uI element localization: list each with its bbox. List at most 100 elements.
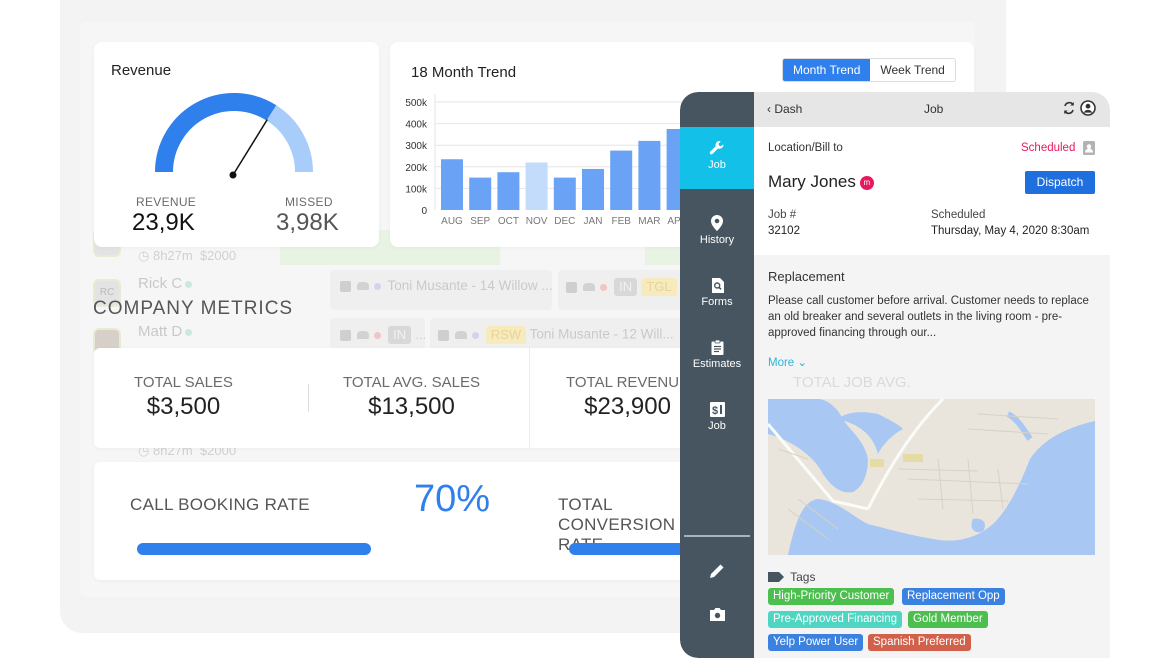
clock-icon: ◷ — [138, 248, 150, 263]
mobile-job-panel: Job History Forms Estimates $ Job ‹ Dash… — [680, 92, 1110, 658]
revenue-card: Revenue REVENUE 23,9K MISSED 3,98K — [94, 42, 379, 247]
missed-value: 3,98K — [276, 209, 339, 236]
bar-jan — [582, 168, 604, 210]
tags-header: Tags — [768, 570, 815, 584]
tag-high-priority-customer[interactable]: High-Priority Customer — [768, 588, 895, 605]
gauge-missed-arc — [266, 105, 313, 173]
bar-nov — [525, 162, 548, 210]
user-profile-icon[interactable] — [1080, 100, 1096, 116]
y-tick-label: 500k — [405, 98, 428, 109]
call-booking-progress — [137, 543, 471, 555]
wrench-icon — [709, 141, 724, 155]
chevron-left-icon: ‹ — [767, 102, 771, 116]
bar-sep — [469, 177, 492, 210]
gauge-revenue-arc — [155, 93, 277, 173]
customer-name: Mary Jones m — [768, 172, 874, 192]
people-icon — [357, 282, 369, 291]
clipboard-icon — [711, 340, 723, 355]
job-topbar: ‹ Dash Job — [754, 92, 1110, 127]
job-description: Please call customer before arrival. Cus… — [768, 295, 1089, 339]
revenue-value: 23,9K — [132, 209, 195, 236]
gauge-needle — [232, 119, 268, 176]
metric-total-revenue: TOTAL REVENUE $23,900 — [566, 374, 690, 420]
sidebar-item-history[interactable]: History — [680, 215, 754, 246]
sidebar-item-job[interactable]: Job — [680, 127, 754, 189]
bar-aug — [441, 159, 463, 210]
revenue-label: REVENUE — [136, 195, 197, 209]
call-booking-rate-label: CALL BOOKING RATE — [130, 495, 310, 514]
sidebar-item-job-invoice[interactable]: $ Job — [680, 402, 754, 432]
bar-dec — [553, 177, 576, 210]
x-tick-label: NOV — [526, 216, 548, 227]
pencil-icon — [710, 564, 724, 578]
ghost-job-chips: IN ... — [340, 326, 426, 345]
ghost-job-text: RSW Toni Musante - 12 Will... — [438, 326, 674, 344]
x-tick-label: MAR — [638, 216, 660, 227]
ghost-job-chips: IN TGL — [566, 278, 677, 297]
bar-oct — [497, 172, 520, 210]
chevron-down-icon: ⌄ — [797, 357, 808, 369]
svg-text:$: $ — [712, 405, 718, 417]
back-to-dash-button[interactable]: ‹ Dash — [767, 102, 802, 116]
map-image — [768, 399, 1095, 555]
ghost-total-job-avg: TOTAL JOB AVG. — [793, 374, 911, 391]
metric-divider — [529, 348, 530, 448]
tag-gold-member[interactable]: Gold Member — [908, 611, 988, 628]
y-tick-label: 100k — [405, 184, 428, 195]
ghost-meta: ◷ 8h27m $2000 — [138, 248, 237, 263]
sync-icon[interactable] — [1062, 100, 1076, 116]
tag-yelp-power-user[interactable]: Yelp Power User — [768, 634, 864, 651]
y-tick-label: 400k — [405, 120, 428, 131]
edit-tool-button[interactable] — [680, 563, 754, 582]
more-link[interactable]: More ⌄ — [768, 355, 807, 369]
contact-card-icon[interactable] — [1083, 141, 1095, 155]
company-metrics-title: COMPANY METRICS — [93, 298, 294, 319]
member-badge: m — [859, 175, 874, 190]
camera-tool-button[interactable] — [680, 607, 754, 625]
metric-divider — [308, 384, 309, 412]
document-search-icon — [711, 278, 724, 293]
x-tick-label: DEC — [554, 216, 575, 227]
sidebar-item-estimates[interactable]: Estimates — [680, 340, 754, 370]
people-icon — [583, 283, 595, 292]
tag-replacement-opp[interactable]: Replacement Opp — [902, 588, 1005, 605]
camera-icon — [709, 608, 725, 621]
y-tick-label: 0 — [421, 206, 427, 217]
tag-pre-approved-financing[interactable]: Pre-Approved Financing — [768, 611, 903, 628]
bar-mar — [638, 140, 661, 210]
gauge-hub — [229, 171, 237, 179]
people-icon — [455, 331, 467, 339]
conversion-progress — [569, 543, 694, 555]
invoice-dollar-icon: $ — [709, 402, 725, 417]
job-header: Location/Bill to Scheduled Mary Jones m D… — [754, 127, 1110, 255]
bar-feb — [610, 150, 633, 210]
metric-total-avg-sales: TOTAL AVG. SALES $13,500 — [343, 374, 480, 420]
tag-spanish-preferred[interactable]: Spanish Preferred — [868, 634, 971, 651]
job-number-label: Job # — [768, 209, 797, 221]
call-booking-progress-fill — [137, 543, 371, 555]
y-tick-label: 300k — [405, 141, 428, 152]
x-tick-label: FEB — [611, 216, 631, 227]
y-tick-label: 200k — [405, 163, 428, 174]
map-pin-icon — [711, 215, 723, 231]
people-icon — [357, 331, 369, 340]
sidebar-item-forms[interactable]: Forms — [680, 278, 754, 308]
checkbox-icon — [340, 280, 351, 292]
scheduled-label: Scheduled — [931, 209, 986, 221]
metrics-card: TOTAL SALES $3,500 TOTAL AVG. SALES $13,… — [94, 348, 694, 448]
ghost-tech-name: Matt D — [138, 323, 195, 340]
revenue-card-title: Revenue — [111, 62, 172, 79]
ghost-tech-name: Rick C — [138, 275, 195, 292]
booking-rate-card: CALL BOOKING RATE 70% TOTAL CONVERSION R… — [94, 462, 694, 580]
dispatch-button[interactable]: Dispatch — [1025, 171, 1095, 194]
job-detail-pane: ‹ Dash Job Location/Bill to Scheduled Ma… — [754, 92, 1110, 658]
sidebar-divider — [684, 535, 750, 537]
x-tick-label: AUG — [441, 216, 463, 227]
job-type-title: Replacement — [768, 269, 845, 284]
revenue-gauge — [155, 93, 313, 179]
call-booking-rate-value: 70% — [414, 478, 491, 520]
x-tick-label: SEP — [470, 216, 490, 227]
job-location-map[interactable] — [768, 399, 1095, 555]
checkbox-icon — [438, 329, 449, 341]
conversion-progress-fill — [569, 543, 694, 555]
